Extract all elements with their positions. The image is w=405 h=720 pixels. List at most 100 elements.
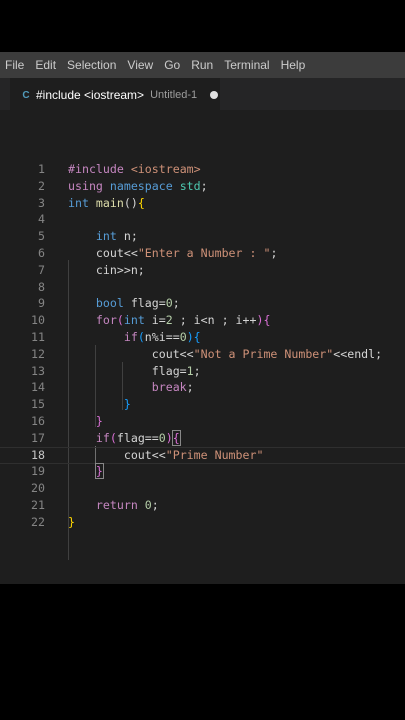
line-number: 12 [31, 346, 45, 361]
line-number: 19 [31, 464, 45, 479]
code-text: for(int i=2 ; i<n ; i++){ [68, 312, 271, 329]
code-token: int [123, 313, 152, 328]
code-line[interactable]: 8 [0, 279, 405, 296]
c-file-icon: C [22, 89, 30, 101]
code-line[interactable]: 4 [0, 211, 405, 228]
code-text: flag=1; [68, 363, 201, 380]
menu-run[interactable]: Run [186, 52, 219, 78]
code-text: } [68, 514, 75, 531]
code-text: #include <iostream> [68, 161, 201, 178]
code-line[interactable]: 5 int n; [0, 228, 405, 245]
code-line[interactable]: 10 for(int i=2 ; i<n ; i++){ [0, 312, 405, 329]
code-token: int [68, 195, 96, 210]
menu-help[interactable]: Help [276, 52, 312, 78]
code-token: i= [151, 313, 166, 328]
code-text: cout<<"Prime Number" [68, 447, 264, 463]
code-line[interactable]: 15 } [0, 396, 405, 413]
code-line[interactable]: 1 #include <iostream> [0, 161, 405, 178]
line-number: 3 [38, 195, 45, 210]
line-number: 16 [31, 414, 45, 428]
line-number: 17 [31, 430, 45, 445]
code-line[interactable]: 13 flag=1; [0, 363, 405, 380]
code-token: "Prime Number" [165, 447, 264, 462]
line-number: 21 [31, 498, 45, 512]
tab-description: Untitled-1 [150, 89, 198, 101]
code-text: cout<<"Not a Prime Number"<<endl; [68, 346, 382, 363]
code-line[interactable]: 3 int main(){ [0, 195, 405, 212]
code-token: flag= [130, 296, 166, 311]
code-text: return 0; [68, 497, 159, 514]
code-line[interactable]: 14 break; [0, 379, 405, 396]
code-token: } [123, 397, 131, 412]
line-number: 15 [31, 397, 45, 412]
code-line[interactable]: 16 } [0, 413, 405, 430]
tab-untitled-1[interactable]: C #include <iostream> Untitled-1 [10, 78, 220, 111]
code-token: ; [151, 498, 159, 512]
line-number: 18 [31, 447, 45, 462]
menu-terminal[interactable]: Terminal [219, 52, 275, 78]
menu-edit[interactable]: Edit [30, 52, 62, 78]
menu-bar: File Edit Selection View Go Run Terminal… [0, 52, 405, 78]
code-line[interactable]: 6 cout<<"Enter a Number : "; [0, 245, 405, 262]
code-token: return [95, 498, 145, 512]
code-token: } [68, 514, 75, 529]
code-text: using namespace std; [68, 178, 208, 195]
code-line[interactable]: 21 return 0; [0, 497, 405, 514]
code-token: for [95, 313, 117, 328]
code-token: ; i<n ; i++ [172, 313, 257, 328]
code-text: if(n%i==0){ [68, 329, 201, 346]
code-line[interactable]: 7 cin>>n; [0, 262, 405, 279]
code-text: break; [68, 379, 194, 396]
code-token: bool [95, 296, 131, 311]
code-token: <<endl; [333, 346, 383, 361]
menu-go[interactable]: Go [159, 52, 186, 78]
code-token: if [95, 430, 110, 445]
code-text: if(flag==0){ [68, 429, 181, 447]
line-number: 8 [38, 279, 45, 294]
code-token: ; [172, 296, 180, 311]
line-number: 6 [38, 246, 45, 260]
code-token: <iostream> [130, 162, 201, 176]
code-token: 0 [158, 430, 166, 445]
code-line[interactable]: 22} [0, 514, 405, 531]
line-number: 13 [31, 363, 45, 378]
code-token: namespace [109, 178, 180, 193]
code-token: "Not a Prime Number" [193, 346, 334, 361]
code-line[interactable]: 12 cout<<"Not a Prime Number"<<endl; [0, 346, 405, 363]
code-token: main [95, 195, 124, 210]
line-number: 10 [31, 313, 45, 328]
menu-view[interactable]: View [122, 52, 159, 78]
line-number: 11 [31, 330, 45, 344]
unsaved-dot-icon[interactable] [210, 91, 219, 99]
menu-file[interactable]: File [0, 52, 30, 78]
code-token: ( [116, 313, 124, 328]
code-token: ; [200, 178, 208, 193]
code-token: 0 [144, 498, 152, 512]
line-number: 7 [38, 262, 45, 277]
code-token: cin>>n; [68, 262, 145, 277]
code-line[interactable]: 20 [0, 480, 405, 497]
code-line[interactable]: 17 if(flag==0){ [0, 429, 405, 447]
code-token: ; [270, 246, 278, 260]
code-token: } [95, 414, 103, 428]
code-line[interactable]: 9 bool flag=0; [0, 295, 405, 312]
code-line[interactable]: 19 } [0, 463, 405, 480]
code-token: ) [186, 330, 194, 344]
code-line[interactable]: 2 using namespace std; [0, 178, 405, 195]
code-line[interactable]: 18 cout<<"Prime Number" [0, 446, 405, 464]
line-number: 9 [38, 296, 45, 311]
code-token: } [94, 463, 104, 480]
code-token: ) [165, 430, 173, 445]
code-editor[interactable]: 1 #include <iostream> 2 using namespace std… [0, 110, 405, 584]
tab-bar: C #include <iostream> Untitled-1 [0, 78, 405, 111]
code-line[interactable]: 11 if(n%i==0){ [0, 329, 405, 346]
line-number: 20 [31, 481, 45, 496]
code-text: cin>>n; [68, 262, 145, 279]
code-text: int n; [68, 228, 138, 245]
code-token: cout<< [68, 447, 166, 462]
menu-selection[interactable]: Selection [62, 52, 122, 78]
